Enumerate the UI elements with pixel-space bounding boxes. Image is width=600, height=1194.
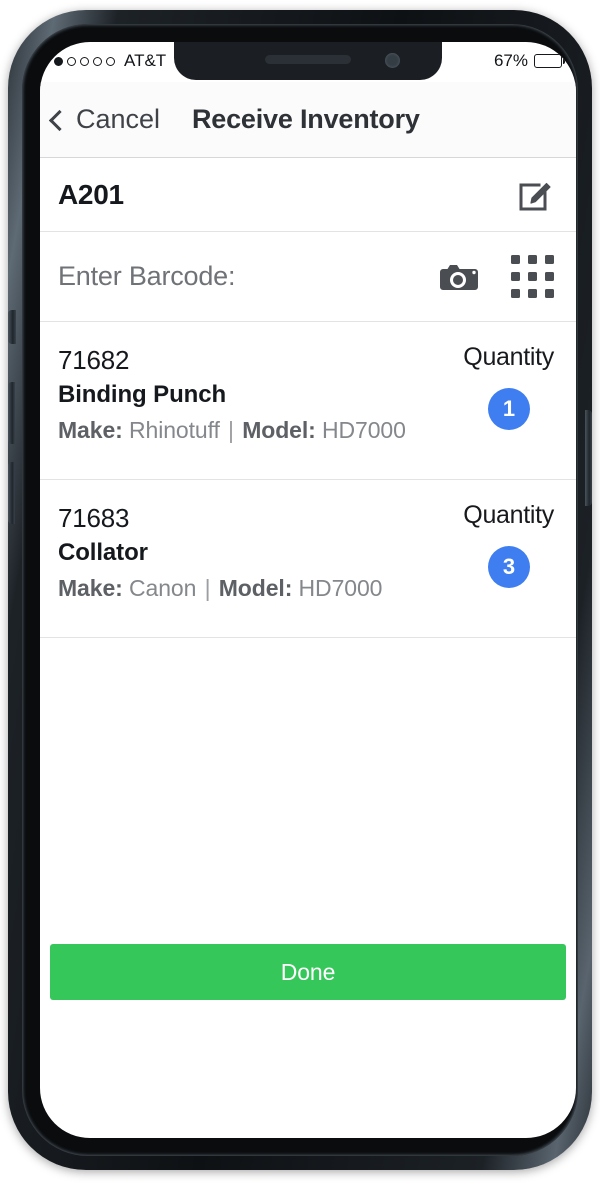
power-button[interactable]	[585, 410, 592, 506]
earpiece-speaker	[265, 55, 351, 64]
quantity-badge[interactable]: 1	[488, 387, 530, 430]
carrier-label: AT&T	[124, 51, 167, 70]
silent-switch-button[interactable]	[8, 310, 16, 344]
quantity-badge[interactable]: 3	[488, 545, 530, 588]
front-camera-icon	[385, 53, 400, 68]
volume-down-button[interactable]	[8, 462, 15, 524]
footer-actions: Done	[40, 944, 576, 1000]
item-name: Binding Punch	[58, 380, 227, 408]
item-model-label: Model:	[242, 416, 316, 443]
barcode-label: Enter Barcode:	[58, 261, 236, 291]
status-bar-right: 67%	[493, 51, 565, 71]
battery-percent-label: 67%	[493, 51, 528, 70]
page-title: Receive Inventory	[192, 104, 420, 134]
item-make-label: Make:	[58, 416, 123, 443]
volume-up-button[interactable]	[8, 382, 15, 444]
phone-hardware-frame: AT&T 67% Cancel Receive Inventory A201 E…	[8, 10, 592, 1170]
device-notch	[174, 42, 442, 80]
item-make-value: Rhinotuff	[129, 416, 220, 443]
barcode-actions	[437, 255, 554, 298]
barcode-entry-row[interactable]: Enter Barcode:	[40, 232, 576, 322]
quantity-label: Quantity	[463, 343, 554, 371]
status-bar-left: AT&T	[54, 51, 166, 71]
quantity-label: Quantity	[463, 501, 554, 529]
item-quantity-group: Quantity 1	[414, 343, 554, 479]
table-row[interactable]: 71683 Collator Make: Canon | Model: HD70…	[40, 480, 576, 638]
location-row[interactable]: A201	[40, 158, 576, 232]
item-model-value: HD7000	[322, 416, 406, 443]
chevron-left-icon	[48, 109, 71, 131]
item-meta: Make: Canon | Model: HD7000	[58, 571, 414, 606]
cancel-button-label: Cancel	[76, 104, 161, 134]
camera-icon[interactable]	[437, 260, 481, 294]
compose-edit-icon[interactable]	[516, 176, 554, 214]
signal-strength-icon	[54, 56, 115, 66]
item-details: 71683 Collator Make: Canon | Model: HD70…	[58, 502, 414, 637]
meta-separator: |	[228, 416, 234, 443]
battery-icon	[534, 54, 565, 68]
navigation-bar: Cancel Receive Inventory	[40, 82, 576, 158]
item-sku: 71682	[58, 345, 130, 375]
item-meta: Make: Rhinotuff | Model: HD7000	[58, 413, 414, 448]
item-make-label: Make:	[58, 574, 123, 601]
item-sku: 71683	[58, 503, 130, 533]
phone-screen: AT&T 67% Cancel Receive Inventory A201 E…	[40, 42, 576, 1138]
cancel-button[interactable]: Cancel	[48, 104, 161, 135]
inventory-item-list: 71682 Binding Punch Make: Rhinotuff | Mo…	[40, 322, 576, 638]
item-make-value: Canon	[129, 574, 197, 601]
item-quantity-group: Quantity 3	[414, 501, 554, 637]
location-value: A201	[58, 178, 124, 210]
item-details: 71682 Binding Punch Make: Rhinotuff | Mo…	[58, 344, 414, 479]
done-button[interactable]: Done	[50, 944, 566, 1000]
meta-separator: |	[204, 574, 211, 601]
item-model-value: HD7000	[298, 574, 383, 601]
item-name: Collator	[58, 538, 148, 566]
keypad-grid-icon[interactable]	[511, 255, 554, 298]
table-row[interactable]: 71682 Binding Punch Make: Rhinotuff | Mo…	[40, 322, 576, 480]
item-model-label: Model:	[218, 574, 293, 601]
